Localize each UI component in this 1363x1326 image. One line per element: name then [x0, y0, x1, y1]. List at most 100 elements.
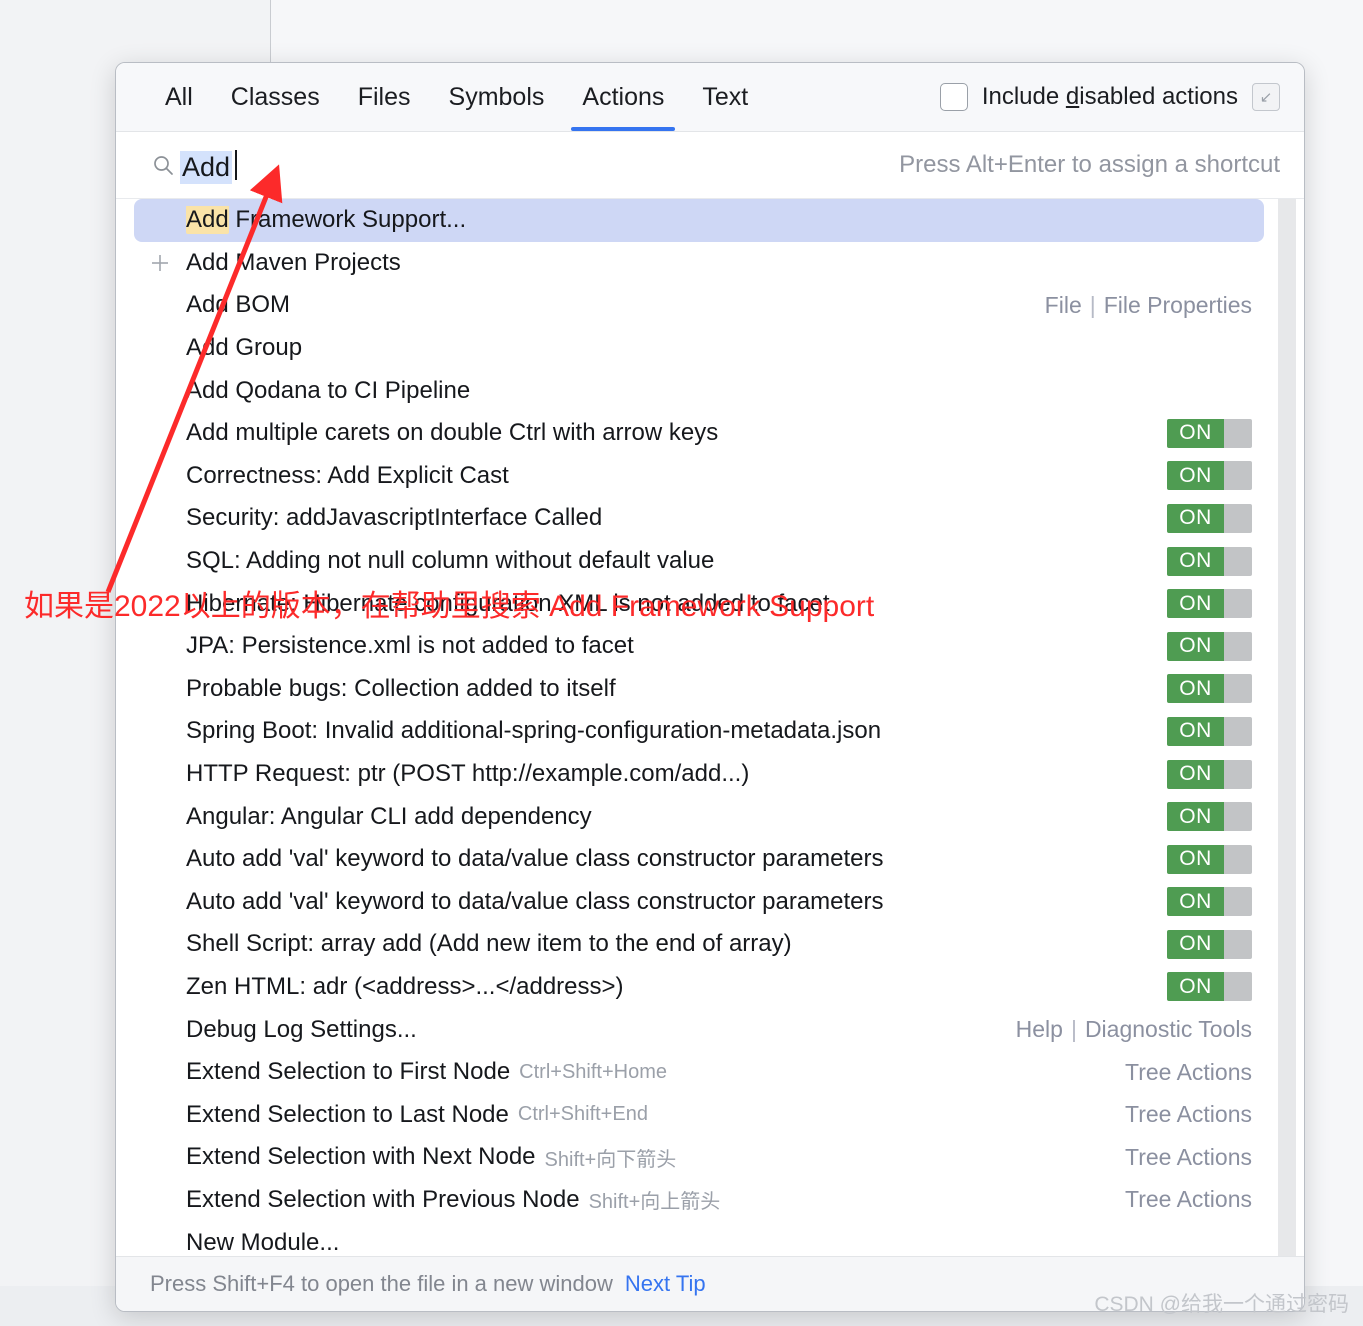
result-group-label: Tree Actions — [1125, 1143, 1252, 1170]
inspection-toggle[interactable]: ON — [1167, 929, 1252, 959]
toggle-knob — [1224, 589, 1252, 619]
result-row[interactable]: Shell Script: array add (Add new item to… — [116, 923, 1270, 966]
result-row-right: Tree Actions — [1125, 1186, 1270, 1213]
result-row[interactable]: Extend Selection with Previous Node Shift… — [116, 1179, 1270, 1222]
result-row[interactable]: Add multiple carets on double Ctrl with … — [116, 412, 1270, 455]
inspection-toggle[interactable]: ON — [1167, 972, 1252, 1002]
result-row[interactable]: Probable bugs: Collection added to itsel… — [116, 668, 1270, 711]
result-row[interactable]: Zen HTML: adr (<address>...</address>) ON — [116, 966, 1270, 1009]
result-row[interactable]: Add BOM File | File Properties — [116, 284, 1270, 327]
results-scrollbar[interactable] — [1278, 199, 1296, 1256]
result-row[interactable]: Auto add 'val' keyword to data/value cla… — [116, 838, 1270, 881]
result-row[interactable]: Auto add 'val' keyword to data/value cla… — [116, 881, 1270, 924]
result-row-right: ON — [1167, 589, 1270, 619]
tab-all[interactable]: All — [146, 63, 212, 131]
result-row[interactable]: JPA: Persistence.xml is not added to fac… — [116, 625, 1270, 668]
result-group-label: Tree Actions — [1125, 1186, 1252, 1213]
result-row[interactable]: SQL: Adding not null column without defa… — [116, 540, 1270, 583]
result-row-label: Spring Boot: Invalid additional-spring-c… — [186, 717, 882, 745]
result-row-label: Add BOM — [186, 291, 291, 319]
checkbox-label-part: Include — [981, 83, 1066, 110]
result-row[interactable]: Add Framework Support... — [134, 199, 1264, 242]
toggle-state-label: ON — [1167, 844, 1224, 874]
inspection-toggle[interactable]: ON — [1167, 546, 1252, 576]
result-row[interactable]: HTTP Request: ptr (POST http://example.c… — [116, 753, 1270, 796]
inspection-toggle[interactable]: ON — [1167, 589, 1252, 619]
toggle-state-label: ON — [1167, 887, 1224, 917]
tab-label: All — [165, 82, 193, 111]
inspection-toggle[interactable]: ON — [1167, 503, 1252, 533]
result-row-label: Debug Log Settings... — [186, 1015, 417, 1043]
result-row-right: ON — [1167, 674, 1270, 704]
toggle-state-label: ON — [1167, 418, 1224, 448]
result-row[interactable]: Spring Boot: Invalid additional-spring-c… — [116, 710, 1270, 753]
tab-actions[interactable]: Actions — [563, 63, 683, 131]
search-input[interactable]: Add — [180, 146, 879, 184]
inspection-toggle[interactable]: ON — [1167, 418, 1252, 448]
result-row[interactable]: Add Qodana to CI Pipeline — [116, 369, 1270, 412]
toggle-knob — [1224, 631, 1252, 661]
inspection-toggle[interactable]: ON — [1167, 631, 1252, 661]
result-row-label: Extend Selection with Previous Node — [186, 1185, 580, 1213]
result-row[interactable]: Debug Log Settings... Help | Diagnostic Too… — [116, 1008, 1270, 1051]
result-row[interactable]: Angular: Angular CLI add dependency ON — [116, 795, 1270, 838]
result-row-right: Tree Actions — [1125, 1059, 1270, 1086]
result-row[interactable]: Add Group — [116, 327, 1270, 370]
toggle-state-label: ON — [1167, 503, 1224, 533]
result-row-label: JPA: Persistence.xml is not added to fac… — [186, 632, 634, 660]
result-row-label: Zen HTML: adr (<address>...</address>) — [186, 972, 624, 1000]
tab-classes[interactable]: Classes — [212, 63, 339, 131]
inspection-toggle[interactable]: ON — [1167, 461, 1252, 491]
inspection-toggle[interactable]: ON — [1167, 674, 1252, 704]
shortcut-hint: Press Alt+Enter to assign a shortcut — [899, 151, 1280, 178]
result-row-shortcut: Shift+向下箭头 — [544, 1148, 677, 1171]
toggle-knob — [1224, 802, 1252, 832]
result-row-label: Auto add 'val' keyword to data/value cla… — [186, 845, 884, 873]
tab-files[interactable]: Files — [339, 63, 430, 131]
result-row[interactable]: Extend Selection to First Node Ctrl+Shift… — [116, 1051, 1270, 1094]
result-row-label: Security: addJavascriptInterface Called — [186, 504, 603, 532]
include-disabled-actions-checkbox[interactable] — [939, 83, 968, 111]
tab-text[interactable]: Text — [683, 63, 767, 131]
result-row[interactable]: Correctness: Add Explicit Cast ON — [116, 455, 1270, 498]
search-icon — [146, 153, 180, 177]
checkbox-label-part: isabled actions — [1079, 83, 1238, 110]
inspection-toggle[interactable]: ON — [1167, 802, 1252, 832]
toggle-state-label: ON — [1167, 631, 1224, 661]
inspection-toggle[interactable]: ON — [1167, 716, 1252, 746]
result-row-right: Tree Actions — [1125, 1101, 1270, 1128]
search-everywhere-popup: All Classes Files Symbols Actions Text I… — [115, 62, 1305, 1312]
tab-label: Symbols — [448, 82, 545, 111]
results-list: Add Framework Support... Add Maven Projec… — [116, 199, 1304, 1256]
include-disabled-actions-label[interactable]: Include disabled actions — [982, 83, 1238, 111]
result-row-right: ON — [1167, 844, 1270, 874]
result-row-right: ON — [1167, 972, 1270, 1002]
result-row[interactable]: Add Maven Projects — [116, 242, 1270, 285]
result-row[interactable]: Extend Selection to Last Node Ctrl+Shift+… — [116, 1093, 1270, 1136]
inspection-toggle[interactable]: ON — [1167, 759, 1252, 789]
result-row[interactable]: Security: addJavascriptInterface Called O… — [116, 497, 1270, 540]
result-row[interactable]: Extend Selection with Next Node Shift+向下箭… — [116, 1136, 1270, 1179]
inspection-toggle[interactable]: ON — [1167, 887, 1252, 917]
result-row-label: Correctness: Add Explicit Cast — [186, 461, 509, 489]
enter-key-icon[interactable]: ↙ — [1252, 83, 1280, 111]
result-row-right: Help | Diagnostic Tools — [1016, 1016, 1270, 1043]
result-row-right: ON — [1167, 461, 1270, 491]
inspection-toggle[interactable]: ON — [1167, 844, 1252, 874]
result-row[interactable]: New Module... — [116, 1221, 1270, 1256]
result-row-right: ON — [1167, 503, 1270, 533]
toggle-state-label: ON — [1167, 546, 1224, 576]
result-row-right: File | File Properties — [1045, 292, 1270, 319]
footer-tip-text: Press Shift+F4 to open the file in a new… — [150, 1271, 613, 1296]
text-caret — [235, 150, 238, 180]
search-bar: Add Press Alt+Enter to assign a shortcut — [116, 132, 1304, 199]
toggle-state-label: ON — [1167, 674, 1224, 704]
result-row[interactable]: Hibernate: Hibernate configuration XML i… — [116, 582, 1270, 625]
result-group-primary: Help — [1015, 1016, 1063, 1043]
next-tip-link[interactable]: Next Tip — [625, 1271, 706, 1297]
tab-symbols[interactable]: Symbols — [430, 63, 564, 131]
result-row-label: Probable bugs: Collection added to itsel… — [186, 674, 616, 702]
popup-footer: Press Shift+F4 to open the file in a new… — [116, 1256, 1304, 1311]
result-row-label: Extend Selection with Next Node — [186, 1143, 536, 1171]
toggle-knob — [1224, 674, 1252, 704]
